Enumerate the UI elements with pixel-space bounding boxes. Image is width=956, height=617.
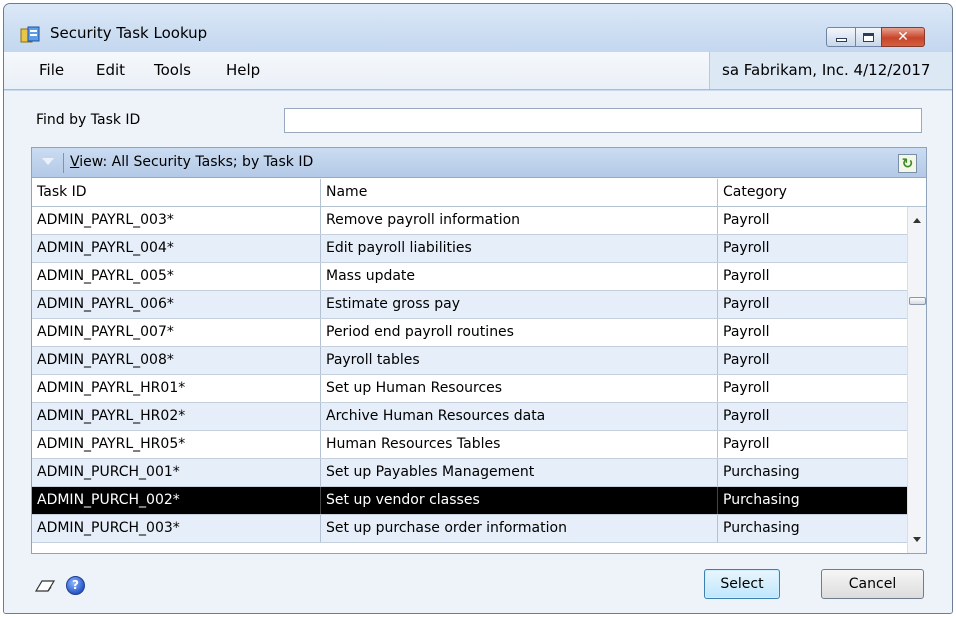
view-label-mnemonic: V xyxy=(70,154,80,170)
window-title: Security Task Lookup xyxy=(50,24,208,42)
help-icon[interactable]: ? xyxy=(66,576,85,595)
task-category-cell: Payroll xyxy=(723,296,770,312)
task-grid: View: All Security Tasks; by Task ID ↻ T… xyxy=(31,147,927,554)
task-category-cell: Purchasing xyxy=(723,464,800,480)
task-category-cell: Payroll xyxy=(723,380,770,396)
task-category-cell: Payroll xyxy=(723,352,770,368)
table-row[interactable]: ADMIN_PAYRL_HR05* Human Resources Tables… xyxy=(32,431,907,459)
table-row[interactable]: ADMIN_PAYRL_008* Payroll tables Payroll xyxy=(32,347,907,375)
view-label-text: iew: All Security Tasks; by Task ID xyxy=(79,154,314,170)
task-name-cell: Set up purchase order information xyxy=(321,515,718,542)
dialog-content: Find by Task ID View: All Security Tasks… xyxy=(4,91,952,613)
close-button[interactable]: ✕ xyxy=(881,27,925,47)
task-id-cell: ADMIN_PURCH_002* xyxy=(32,487,321,514)
task-name-cell: Archive Human Resources data xyxy=(321,403,718,430)
task-name-cell: Set up Payables Management xyxy=(321,459,718,486)
table-row[interactable]: ADMIN_PAYRL_004* Edit payroll liabilitie… xyxy=(32,235,907,263)
menu-file[interactable]: File xyxy=(39,61,64,79)
security-task-lookup-window: Security Task Lookup ✕ File Edit Tools H… xyxy=(3,3,953,614)
task-name-cell: Set up vendor classes xyxy=(321,487,718,514)
app-icon xyxy=(20,26,40,43)
task-id-cell: ADMIN_PAYRL_007* xyxy=(32,319,321,346)
task-id-cell: ADMIN_PURCH_003* xyxy=(32,515,321,542)
task-category-cell: Payroll xyxy=(723,408,770,424)
table-row[interactable]: ADMIN_PAYRL_006* Estimate gross pay Payr… xyxy=(32,291,907,319)
task-id-cell: ADMIN_PURCH_001* xyxy=(32,459,321,486)
task-category-cell: Payroll xyxy=(723,268,770,284)
task-id-cell: ADMIN_PAYRL_004* xyxy=(32,235,321,262)
task-category-cell: Payroll xyxy=(723,212,770,228)
menu-bar: File Edit Tools Help sa Fabrikam, Inc. 4… xyxy=(4,52,952,90)
table-row[interactable]: ADMIN_PAYRL_007* Period end payroll rout… xyxy=(32,319,907,347)
find-by-task-id-input[interactable] xyxy=(284,108,922,133)
task-name-cell: Payroll tables xyxy=(321,347,718,374)
column-header-category[interactable]: Category xyxy=(718,179,926,206)
task-id-cell: ADMIN_PAYRL_008* xyxy=(32,347,321,374)
task-id-cell: ADMIN_PAYRL_HR01* xyxy=(32,375,321,402)
maximize-icon xyxy=(863,32,874,42)
task-category-cell: Purchasing xyxy=(723,520,800,536)
find-by-task-id-label: Find by Task ID xyxy=(36,112,141,128)
task-id-cell: ADMIN_PAYRL_006* xyxy=(32,291,321,318)
view-chevron-down-icon[interactable] xyxy=(42,158,54,165)
refresh-icon: ↻ xyxy=(901,155,914,172)
view-separator xyxy=(63,153,64,173)
menu-edit[interactable]: Edit xyxy=(96,61,125,79)
task-id-cell: ADMIN_PAYRL_003* xyxy=(32,207,321,234)
task-id-cell: ADMIN_PAYRL_HR05* xyxy=(32,431,321,458)
task-name-cell: Mass update xyxy=(321,263,718,290)
task-category-cell: Payroll xyxy=(723,436,770,452)
close-icon: ✕ xyxy=(897,29,909,45)
minimize-icon xyxy=(835,38,847,42)
table-row[interactable]: ADMIN_PAYRL_HR02* Archive Human Resource… xyxy=(32,403,907,431)
minimize-button[interactable] xyxy=(826,27,856,47)
view-selector[interactable]: View: All Security Tasks; by Task ID xyxy=(70,154,313,170)
task-name-cell: Period end payroll routines xyxy=(321,319,718,346)
table-row[interactable]: ADMIN_PAYRL_003* Remove payroll informat… xyxy=(32,207,907,235)
task-id-cell: ADMIN_PAYRL_005* xyxy=(32,263,321,290)
task-id-cell: ADMIN_PAYRL_HR02* xyxy=(32,403,321,430)
task-name-cell: Human Resources Tables xyxy=(321,431,718,458)
task-name-cell: Edit payroll liabilities xyxy=(321,235,718,262)
task-category-cell: Purchasing xyxy=(723,492,800,508)
column-header-name[interactable]: Name xyxy=(321,179,718,206)
task-rows: ADMIN_PAYRL_003* Remove payroll informat… xyxy=(32,207,907,543)
table-row[interactable]: ADMIN_PURCH_003* Set up purchase order i… xyxy=(32,515,907,543)
note-icon[interactable] xyxy=(34,578,56,594)
scroll-up-icon[interactable] xyxy=(913,218,921,223)
table-row[interactable]: ADMIN_PAYRL_HR01* Set up Human Resources… xyxy=(32,375,907,403)
scroll-thumb[interactable] xyxy=(909,297,926,305)
column-headers: Task ID Name Category xyxy=(32,179,926,207)
maximize-button[interactable] xyxy=(855,27,882,47)
table-row-selected[interactable]: ADMIN_PURCH_002* Set up vendor classes P… xyxy=(32,487,907,515)
title-bar: Security Task Lookup ✕ xyxy=(4,4,952,52)
cancel-button[interactable]: Cancel xyxy=(821,569,924,599)
table-row[interactable]: ADMIN_PURCH_001* Set up Payables Managem… xyxy=(32,459,907,487)
task-name-cell: Estimate gross pay xyxy=(321,291,718,318)
task-name-cell: Remove payroll information xyxy=(321,207,718,234)
refresh-button[interactable]: ↻ xyxy=(898,154,917,173)
column-header-task-id[interactable]: Task ID xyxy=(32,179,321,206)
scroll-down-icon[interactable] xyxy=(913,537,921,542)
task-category-cell: Payroll xyxy=(723,324,770,340)
view-bar: View: All Security Tasks; by Task ID ↻ xyxy=(32,148,926,178)
task-category-cell: Payroll xyxy=(723,240,770,256)
select-button[interactable]: Select xyxy=(704,569,780,599)
menu-tools[interactable]: Tools xyxy=(154,61,191,79)
task-name-cell: Set up Human Resources xyxy=(321,375,718,402)
vertical-scrollbar[interactable] xyxy=(907,207,926,553)
table-row[interactable]: ADMIN_PAYRL_005* Mass update Payroll xyxy=(32,263,907,291)
menu-help[interactable]: Help xyxy=(226,61,260,79)
company-info: sa Fabrikam, Inc. 4/12/2017 xyxy=(709,52,952,89)
